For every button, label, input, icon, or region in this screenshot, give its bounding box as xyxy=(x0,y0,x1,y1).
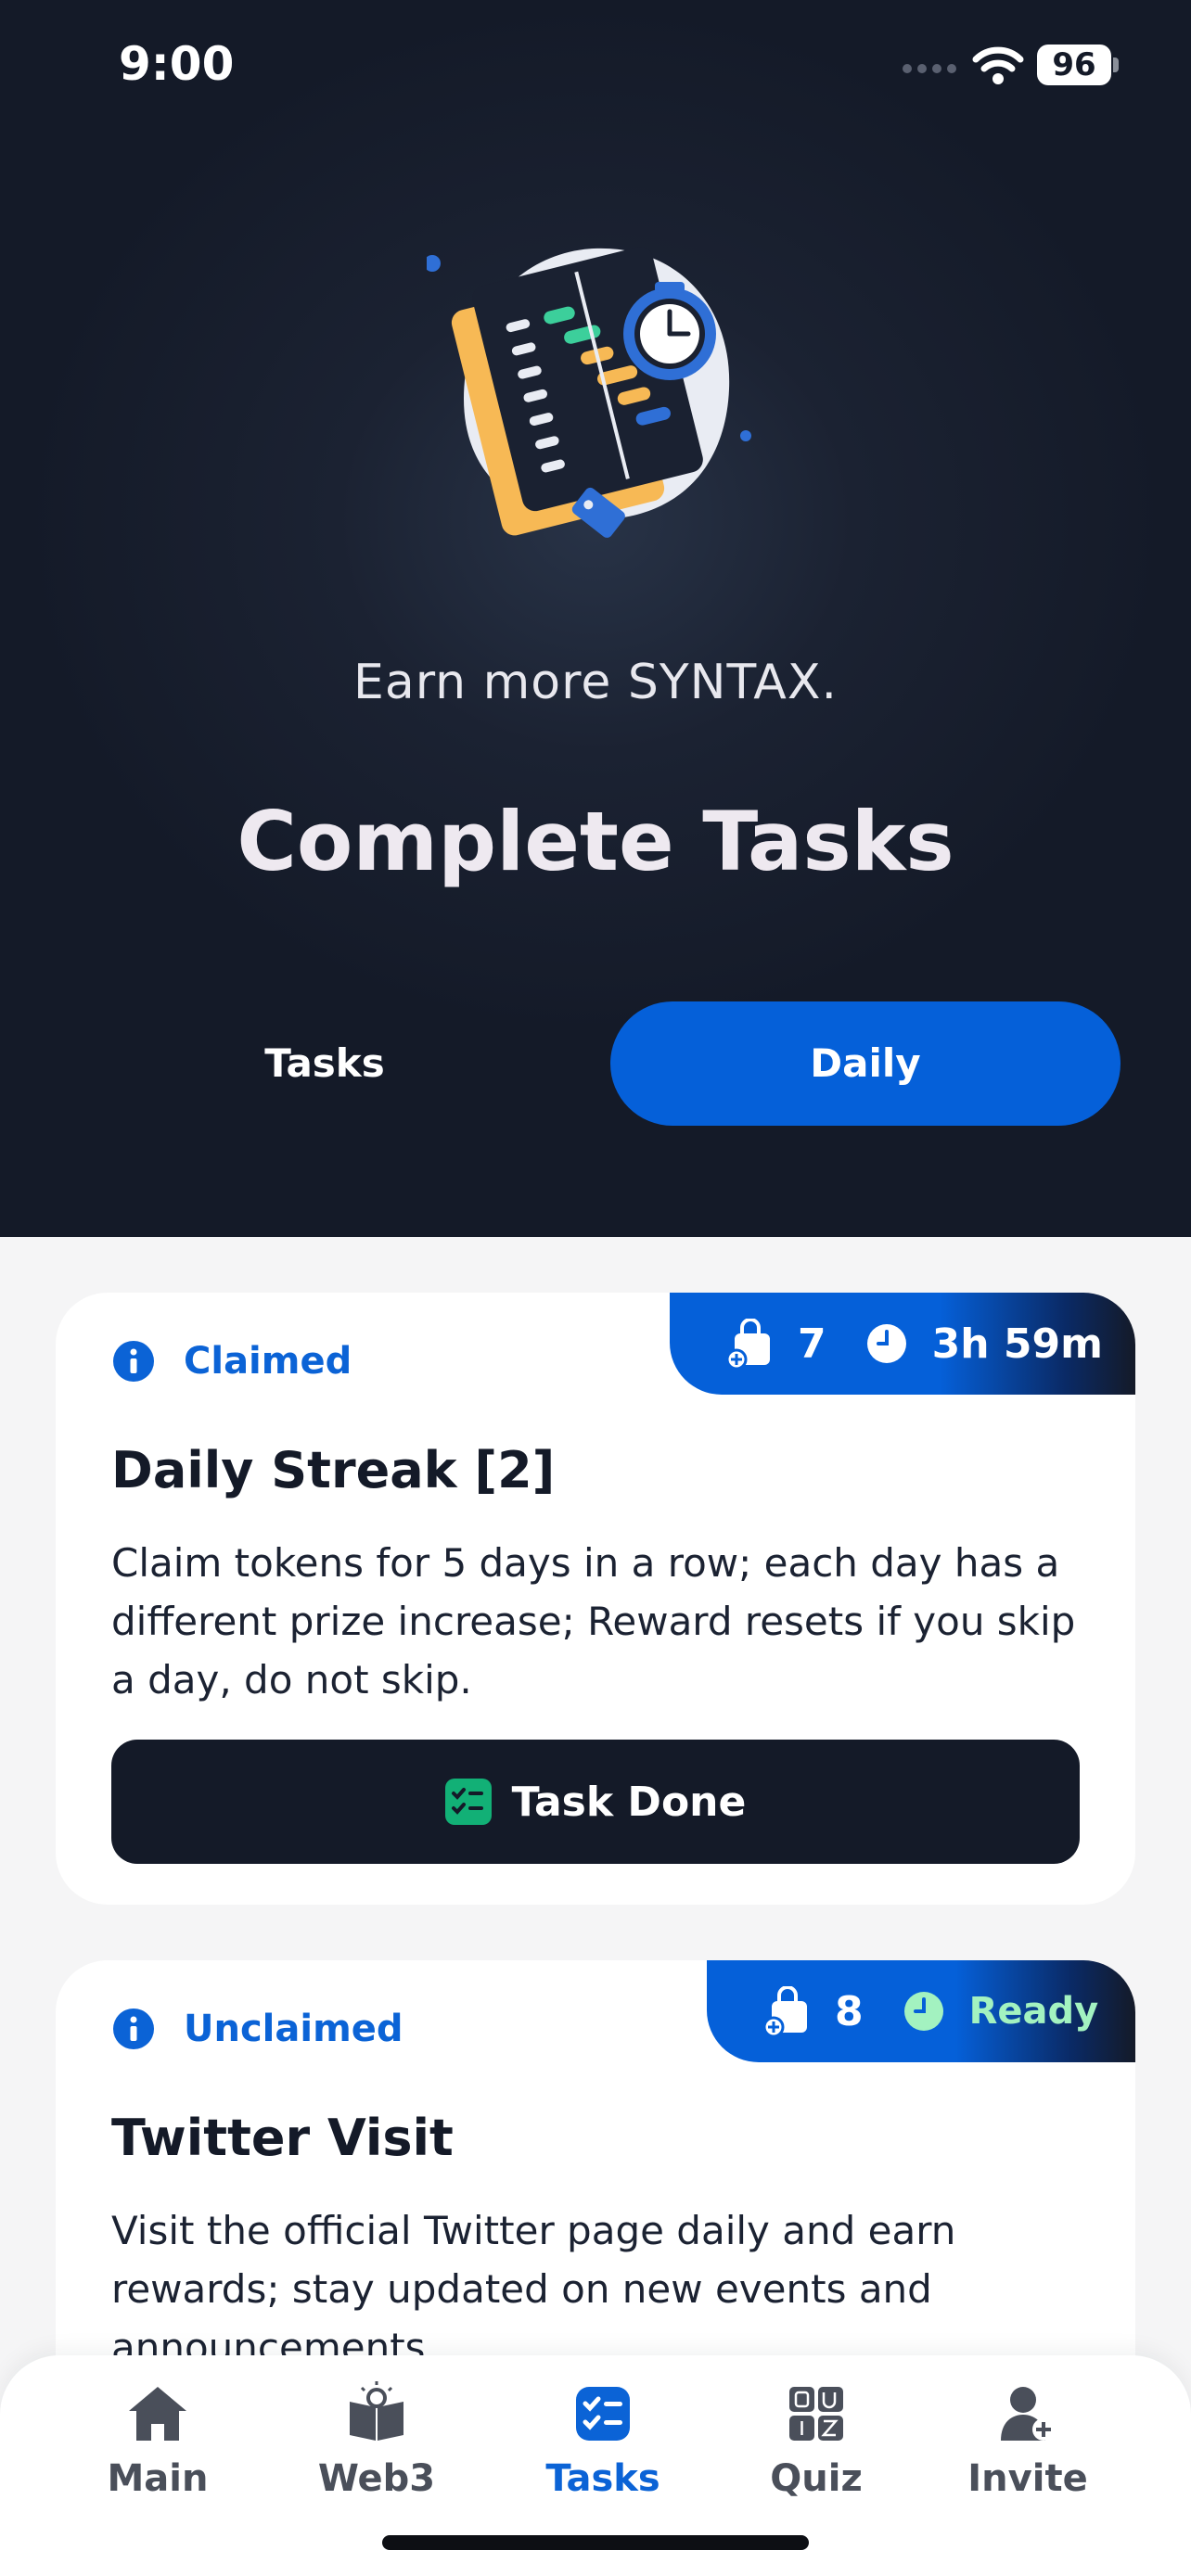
status-time: 9:00 xyxy=(119,37,235,91)
task-status: Unclaimed xyxy=(111,2005,403,2053)
task-card: Claimed 7 3h 59m Daily Streak [2] Claim … xyxy=(56,1293,1135,1905)
nav-web3-label: Web3 xyxy=(317,2457,436,2500)
hero-header: 9:00 96 Earn more SYNTAX. Complete Tasks… xyxy=(0,0,1191,1237)
nav-quiz-label: Quiz xyxy=(770,2457,863,2500)
countdown-timer: 3h 59m xyxy=(931,1320,1103,1368)
task-board-illustration xyxy=(427,247,751,538)
info-icon xyxy=(113,1341,154,1382)
status-label: Claimed xyxy=(184,1340,352,1383)
reward-badge: 8 Ready xyxy=(707,1960,1135,2062)
tab-tasks[interactable]: Tasks xyxy=(100,1001,549,1126)
tasks-icon xyxy=(576,2387,630,2441)
task-description: Claim tokens for 5 days in a row; each d… xyxy=(111,1540,1076,1702)
header-subtitle: Earn more SYNTAX. xyxy=(352,655,839,710)
task-done-label: Task Done xyxy=(511,1778,747,1826)
book-icon xyxy=(350,2381,403,2441)
checklist-icon xyxy=(444,1779,492,1825)
reward-badge: 7 3h 59m xyxy=(670,1293,1135,1395)
reward-amount: 8 xyxy=(835,1987,864,2035)
task-status: Claimed xyxy=(111,1337,352,1385)
wifi-icon xyxy=(972,46,1024,84)
nav-main-label: Main xyxy=(107,2457,209,2500)
nav-web3[interactable]: Web3 xyxy=(284,2381,469,2500)
nav-quiz[interactable]: Quiz xyxy=(724,2381,909,2500)
task-done-button[interactable]: Task Done xyxy=(111,1740,1080,1864)
status-label: Unclaimed xyxy=(184,2008,403,2050)
page-title: Complete Tasks xyxy=(237,794,954,889)
task-title: Daily Streak [2] xyxy=(111,1441,556,1499)
clock-icon xyxy=(903,1992,943,2031)
nav-tasks[interactable]: Tasks xyxy=(510,2381,696,2500)
reward-amount: 7 xyxy=(798,1320,826,1368)
nav-main[interactable]: Main xyxy=(65,2381,250,2500)
nav-invite-label: Invite xyxy=(967,2457,1088,2500)
battery-indicator: 96 xyxy=(1037,45,1111,85)
cellular-signal-icon xyxy=(903,64,956,73)
quiz-icon xyxy=(789,2387,843,2441)
task-title: Twitter Visit xyxy=(111,2109,454,2167)
ready-status: Ready xyxy=(968,1990,1099,2033)
tab-daily[interactable]: Daily xyxy=(610,1001,1121,1126)
home-icon xyxy=(129,2387,186,2441)
reward-bag-icon xyxy=(725,1319,770,1369)
reward-bag-icon xyxy=(762,1986,807,2036)
nav-tasks-label: Tasks xyxy=(545,2457,660,2500)
nav-invite[interactable]: Invite xyxy=(935,2381,1121,2500)
home-indicator xyxy=(382,2535,809,2550)
invite-icon xyxy=(1001,2387,1055,2441)
status-bar: 9:00 96 xyxy=(0,0,1191,130)
battery-tip xyxy=(1113,57,1119,72)
task-description: Visit the official Twitter page daily an… xyxy=(111,2208,956,2370)
clock-icon xyxy=(866,1324,906,1363)
info-icon xyxy=(113,2009,154,2049)
